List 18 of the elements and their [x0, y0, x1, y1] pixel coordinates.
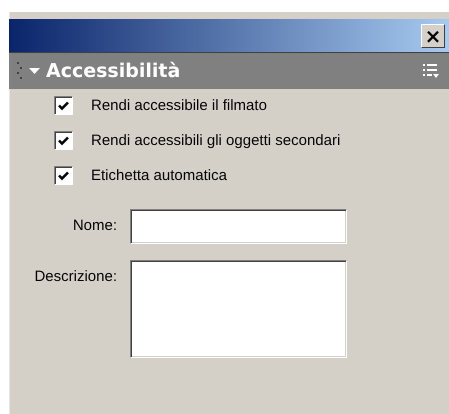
close-button[interactable]: × — [421, 24, 445, 48]
grip-icon — [17, 61, 23, 81]
check-icon — [58, 100, 69, 110]
field-label: Descrizione: — [33, 267, 117, 285]
field-label: Nome: — [72, 216, 117, 234]
menu-icon[interactable] — [423, 63, 439, 79]
triangle-icon[interactable] — [29, 67, 40, 75]
checkbox[interactable] — [54, 131, 73, 150]
check-icon — [58, 136, 69, 146]
text-area[interactable] — [130, 260, 347, 358]
checkbox-label: Etichetta automatica — [91, 167, 227, 184]
check-icon — [58, 170, 69, 180]
checkbox[interactable] — [54, 166, 73, 185]
checkbox[interactable] — [54, 96, 73, 115]
checkbox-label: Rendi accessibile il filmato — [91, 97, 267, 114]
checkbox-label: Rendi accessibili gli oggetti secondari — [91, 132, 340, 149]
input-field[interactable] — [130, 209, 347, 244]
panel-title: Accessibilità — [46, 60, 182, 82]
